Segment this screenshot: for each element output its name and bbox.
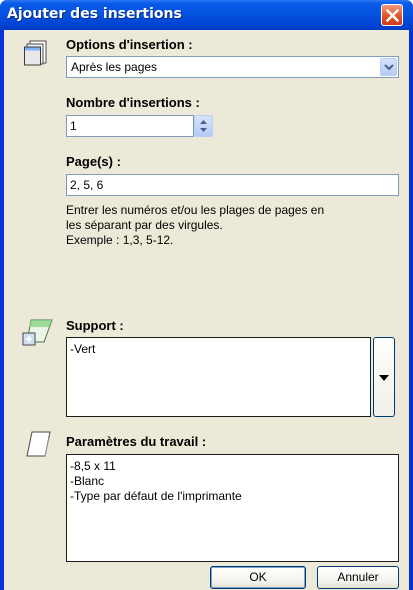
insertion-options-value: Après les pages [71, 60, 158, 74]
spinner-arrows-icon [200, 120, 207, 132]
job-settings-label: Paramètres du travail : [66, 434, 207, 449]
insertion-count-spinner[interactable] [194, 115, 213, 137]
pages-help-line-1: Entrer les numéros et/ou les plages de p… [66, 203, 325, 217]
chevron-down-icon [379, 375, 389, 381]
dialog-body: Options d'insertion : Après les pages No… [4, 30, 409, 590]
document-icon [26, 431, 51, 457]
window-title: Ajouter des insertions [7, 6, 182, 22]
close-button[interactable] [381, 4, 403, 26]
insertion-options-dropdown-button[interactable] [380, 58, 397, 76]
support-list-item[interactable]: -Vert [70, 342, 95, 356]
insertion-options-select[interactable]: Après les pages [66, 56, 399, 78]
insertion-count-value: 1 [70, 119, 77, 133]
pages-label: Page(s) : [66, 154, 121, 169]
job-settings-item: -Blanc [70, 474, 105, 488]
ok-button[interactable]: OK [210, 566, 306, 589]
cancel-button[interactable]: Annuler [317, 566, 399, 589]
support-dropdown-button[interactable] [373, 337, 395, 417]
pages-value: 2, 5, 6 [70, 178, 104, 192]
job-settings-list: -8,5 x 11 -Blanc -Type par défaut de l'i… [66, 454, 399, 562]
media-icon [22, 319, 53, 346]
chevron-down-icon [384, 64, 394, 71]
dialog-window: Ajouter des insertions Options d'inserti… [0, 0, 413, 590]
insertion-options-label: Options d'insertion : [66, 37, 193, 52]
stacked-pages-icon [24, 40, 47, 66]
title-bar[interactable]: Ajouter des insertions [0, 0, 413, 30]
insertion-count-input[interactable]: 1 [66, 115, 194, 137]
close-icon [386, 9, 399, 22]
pages-help-line-3: Exemple : 1,3, 5-12. [66, 233, 174, 247]
pages-help-line-2: les séparant par des virgules. [66, 218, 223, 232]
job-settings-item: -Type par défaut de l'imprimante [70, 489, 242, 503]
insertion-count-label: Nombre d'insertions : [66, 95, 200, 110]
pages-input[interactable]: 2, 5, 6 [66, 174, 399, 196]
support-list[interactable]: -Vert [66, 337, 371, 417]
job-settings-item: -8,5 x 11 [70, 459, 116, 473]
support-label: Support : [66, 318, 124, 333]
